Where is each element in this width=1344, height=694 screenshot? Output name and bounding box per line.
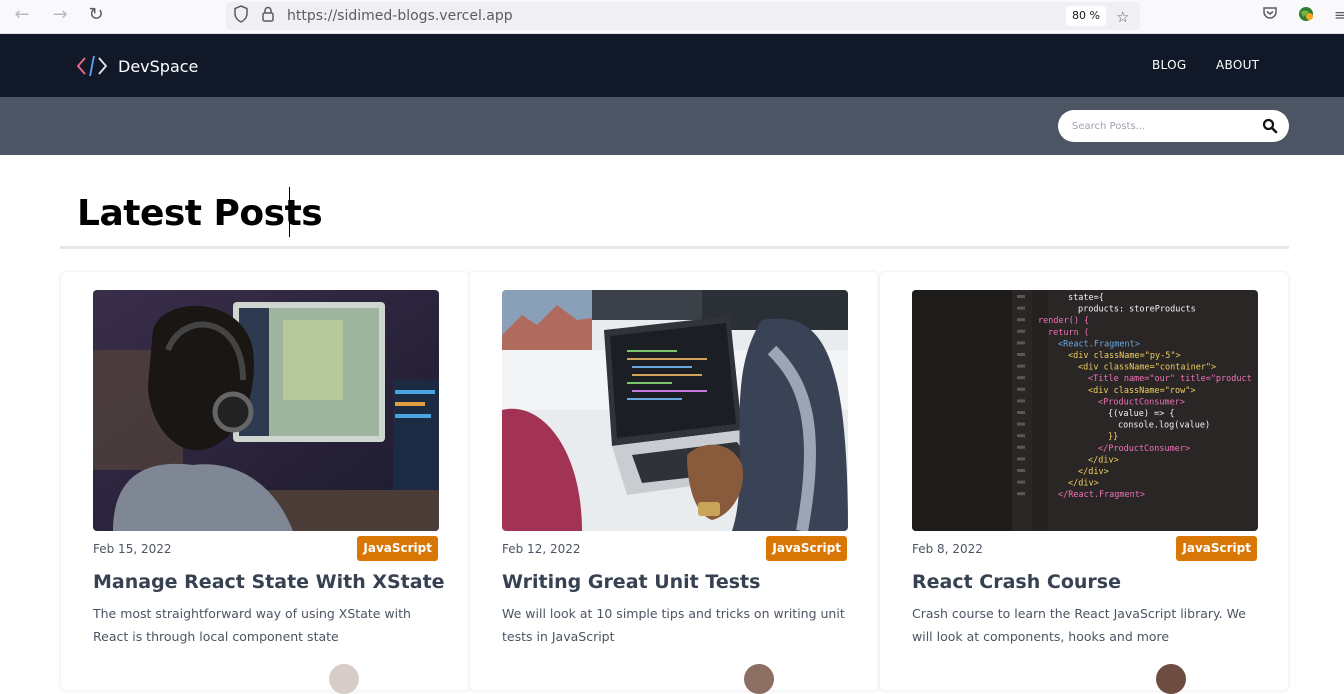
author-avatar <box>329 664 359 694</box>
code-line: <div className="container"> <box>1078 363 1216 373</box>
browser-toolbar: ← → ↻ https://sidimed-blogs.vercel.app 8… <box>0 0 1344 34</box>
code-line: }} <box>1108 432 1118 442</box>
line-number-mark <box>1017 376 1025 380</box>
post-title[interactable]: Manage React State With XState <box>93 570 445 594</box>
post-title[interactable]: Writing Great Unit Tests <box>502 570 760 594</box>
back-arrow-icon[interactable]: ← <box>10 5 34 25</box>
code-line: <Title name="our" title="product <box>1088 374 1252 384</box>
code-line: </React.Fragment> <box>1058 490 1145 500</box>
post-card[interactable]: Feb 15, 2022 JavaScript Manage React Sta… <box>60 271 470 694</box>
line-number-mark <box>1017 341 1025 345</box>
code-line: <ProductConsumer> <box>1098 397 1185 407</box>
search-strip <box>0 97 1344 155</box>
extension-globe-icon[interactable] <box>1297 5 1315 28</box>
post-card[interactable]: state={ products: storeProducts render() {… <box>879 271 1289 694</box>
site-logo[interactable]: DevSpace <box>76 53 198 79</box>
lock-icon[interactable] <box>261 5 275 28</box>
line-number-mark <box>1017 492 1025 496</box>
line-number-mark <box>1017 306 1025 310</box>
line-number-mark <box>1017 399 1025 403</box>
author-avatar <box>744 664 774 694</box>
post-date: Feb 12, 2022 <box>502 542 581 556</box>
category-badge[interactable]: JavaScript <box>1176 536 1257 561</box>
code-line: products: storeProducts <box>1078 305 1196 315</box>
nav-link-about[interactable]: ABOUT <box>1216 58 1259 72</box>
line-number-mark <box>1017 480 1025 484</box>
forward-arrow-icon[interactable]: → <box>48 5 72 25</box>
code-line: </div> <box>1078 467 1109 477</box>
post-excerpt: The most straightforward way of using XS… <box>93 606 411 644</box>
site-header: DevSpace BLOG ABOUT <box>0 34 1344 97</box>
category-badge[interactable]: JavaScript <box>357 536 438 561</box>
search-icon[interactable] <box>1262 118 1278 134</box>
address-bar[interactable]: https://sidimed-blogs.vercel.app 80 % ☆ <box>226 2 1140 30</box>
brand-name[interactable]: DevSpace <box>118 57 198 76</box>
post-image-person-with-headphones[interactable] <box>93 290 439 531</box>
line-number-mark <box>1017 364 1025 368</box>
pocket-icon[interactable] <box>1262 5 1278 26</box>
author-avatar <box>1156 664 1186 694</box>
code-line: <div className="row"> <box>1088 386 1195 396</box>
line-number-mark <box>1017 434 1025 438</box>
url-text[interactable]: https://sidimed-blogs.vercel.app <box>287 8 513 24</box>
code-line: console.log(value) <box>1118 421 1210 431</box>
line-number-mark <box>1017 411 1025 414</box>
post-card[interactable]: Feb 12, 2022 JavaScript Writing Great Un… <box>469 271 879 694</box>
line-number-mark <box>1017 387 1025 391</box>
line-number-mark <box>1017 422 1025 426</box>
post-excerpt: We will look at 10 simple tips and trick… <box>502 606 845 644</box>
code-line: </div> <box>1088 455 1119 465</box>
line-number-mark <box>1017 353 1025 356</box>
line-number-mark <box>1017 457 1025 461</box>
code-line: state={ <box>1068 293 1104 303</box>
text-caret <box>289 187 290 237</box>
code-brackets-icon <box>76 55 108 77</box>
bookmark-star-icon[interactable]: ☆ <box>1116 7 1129 27</box>
line-number-mark <box>1017 295 1025 298</box>
menu-icon[interactable]: ≡ <box>1334 5 1344 25</box>
post-date: Feb 8, 2022 <box>912 542 983 556</box>
zoom-level-badge[interactable]: 80 % <box>1066 6 1106 26</box>
line-number-mark <box>1017 445 1025 449</box>
post-image-laptop-coding[interactable] <box>502 290 848 531</box>
code-line: <div className="py-5"> <box>1068 351 1181 361</box>
reload-icon[interactable]: ↻ <box>84 5 108 25</box>
category-badge[interactable]: JavaScript <box>766 536 847 561</box>
code-line: {(value) => { <box>1108 409 1175 419</box>
shield-icon[interactable] <box>233 5 249 28</box>
code-line: </div> <box>1068 479 1099 489</box>
search-input[interactable] <box>1072 118 1252 134</box>
post-excerpt: Crash course to learn the React JavaScri… <box>912 606 1246 644</box>
page-title: Latest Posts <box>77 193 323 234</box>
post-date: Feb 15, 2022 <box>93 542 172 556</box>
line-number-mark <box>1017 469 1025 472</box>
search-box[interactable] <box>1058 110 1289 142</box>
code-line: <React.Fragment> <box>1058 339 1140 349</box>
line-number-mark <box>1017 318 1025 322</box>
nav-link-blog[interactable]: BLOG <box>1152 58 1186 72</box>
code-line: return ( <box>1048 328 1089 338</box>
code-line: </ProductConsumer> <box>1098 444 1190 454</box>
post-title[interactable]: React Crash Course <box>912 570 1121 594</box>
title-divider <box>60 246 1289 249</box>
line-number-mark <box>1017 329 1025 333</box>
code-line: render() { <box>1038 316 1089 326</box>
post-image-react-code[interactable]: state={ products: storeProducts render() {… <box>912 290 1258 531</box>
